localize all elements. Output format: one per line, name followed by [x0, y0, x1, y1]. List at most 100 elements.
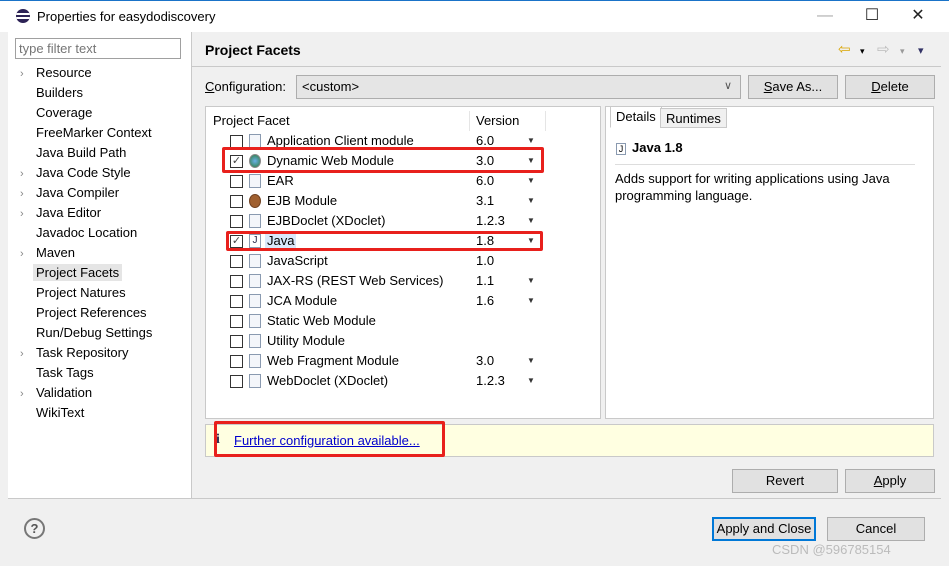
- back-menu-icon[interactable]: ▾: [860, 46, 865, 57]
- highlight-box: [222, 147, 544, 173]
- document-icon: [249, 294, 261, 308]
- dropdown-arrow-icon[interactable]: ▼: [527, 171, 535, 191]
- chevron-right-icon[interactable]: ›: [20, 184, 36, 204]
- column-header-version[interactable]: Version: [476, 111, 546, 131]
- facet-version[interactable]: 6.0: [476, 171, 494, 191]
- document-icon: [249, 254, 261, 268]
- facet-checkbox[interactable]: [230, 175, 243, 188]
- facet-version[interactable]: 1.0: [476, 251, 494, 271]
- facet-checkbox[interactable]: [230, 295, 243, 308]
- facet-name: JavaScript: [267, 253, 328, 268]
- dropdown-arrow-icon[interactable]: ▼: [527, 191, 535, 211]
- facet-checkbox[interactable]: [230, 195, 243, 208]
- minimize-button[interactable]: —: [810, 5, 840, 29]
- tree-item[interactable]: › Java Code Style: [20, 163, 131, 183]
- tree-item-label: Maven: [36, 245, 76, 260]
- help-icon[interactable]: ?: [24, 518, 45, 539]
- save-as-button[interactable]: Save As...: [748, 75, 838, 99]
- configuration-select[interactable]: <custom> ∨: [296, 75, 741, 99]
- delete-button[interactable]: Delete: [845, 75, 935, 99]
- tree-item[interactable]: › Maven: [20, 243, 75, 263]
- tree-item[interactable]: Run/Debug Settings: [20, 323, 152, 343]
- facet-row: JAX-RS (REST Web Services) 1.1 ▼: [206, 271, 600, 291]
- revert-button[interactable]: Revert: [732, 469, 838, 493]
- facet-row: Web Fragment Module 3.0 ▼: [206, 351, 600, 371]
- chevron-down-icon: ∨: [723, 80, 732, 92]
- tree-item[interactable]: FreeMarker Context: [20, 123, 152, 143]
- facet-version[interactable]: 1.6: [476, 291, 494, 311]
- column-header-facet[interactable]: Project Facet: [213, 111, 470, 131]
- forward-icon[interactable]: ⇨: [877, 40, 890, 58]
- tree-item[interactable]: Project Natures: [20, 283, 126, 303]
- facet-checkbox[interactable]: [230, 275, 243, 288]
- cancel-button[interactable]: Cancel: [827, 517, 925, 541]
- forward-menu-icon[interactable]: ▾: [900, 46, 905, 57]
- facet-name: Utility Module: [267, 333, 346, 348]
- facet-name: JAX-RS (REST Web Services): [267, 273, 444, 288]
- tree-item-label: Java Editor: [36, 205, 102, 220]
- tree-item[interactable]: Task Tags: [20, 363, 94, 383]
- apply-button[interactable]: Apply: [845, 469, 935, 493]
- chevron-right-icon[interactable]: ›: [20, 384, 36, 404]
- dropdown-arrow-icon[interactable]: ▼: [527, 211, 535, 231]
- chevron-right-icon[interactable]: ›: [20, 164, 36, 184]
- tree-item[interactable]: › Java Editor: [20, 203, 101, 223]
- close-button[interactable]: ✕: [903, 5, 933, 29]
- tab-runtimes[interactable]: Runtimes: [660, 108, 727, 128]
- tree-item[interactable]: Coverage: [20, 103, 92, 123]
- tree-item[interactable]: Builders: [20, 83, 83, 103]
- facet-checkbox[interactable]: [230, 335, 243, 348]
- tree-item[interactable]: Project Facets: [20, 263, 123, 283]
- facet-checkbox[interactable]: [230, 215, 243, 228]
- chevron-right-icon[interactable]: ›: [20, 344, 36, 364]
- apply-and-close-button[interactable]: Apply and Close: [712, 517, 816, 541]
- tree-item-label: WikiText: [36, 405, 85, 420]
- facet-version[interactable]: 1.1: [476, 271, 494, 291]
- view-menu-icon[interactable]: ▾: [918, 44, 924, 57]
- chevron-right-icon[interactable]: ›: [20, 244, 36, 264]
- facet-name: Static Web Module: [267, 313, 376, 328]
- divider: [192, 66, 941, 67]
- facet-version[interactable]: 1.2.3: [476, 371, 505, 391]
- tree-item[interactable]: Project References: [20, 303, 147, 323]
- tree-item[interactable]: › Validation: [20, 383, 92, 403]
- facet-name: EAR: [267, 173, 294, 188]
- tree-item[interactable]: Java Build Path: [20, 143, 126, 163]
- facet-row: Static Web Module: [206, 311, 600, 331]
- tree-item[interactable]: › Task Repository: [20, 343, 128, 363]
- tree-item-label: Coverage: [36, 105, 93, 120]
- facet-version[interactable]: 3.1: [476, 191, 494, 211]
- dropdown-arrow-icon[interactable]: ▼: [527, 351, 535, 371]
- dropdown-arrow-icon[interactable]: ▼: [527, 371, 535, 391]
- facet-version[interactable]: 3.0: [476, 351, 494, 371]
- facet-row: WebDoclet (XDoclet) 1.2.3 ▼: [206, 371, 600, 391]
- title-bar: Properties for easydodiscovery — ☐ ✕: [0, 0, 949, 32]
- back-icon[interactable]: ⇦: [838, 40, 851, 58]
- window-title: Properties for easydodiscovery: [37, 9, 216, 24]
- dropdown-arrow-icon[interactable]: ▼: [527, 291, 535, 311]
- tree-item[interactable]: WikiText: [20, 403, 84, 423]
- facet-version[interactable]: 1.2.3: [476, 211, 505, 231]
- filter-input[interactable]: [15, 38, 181, 59]
- watermark: CSDN @596785154: [772, 542, 891, 557]
- chevron-right-icon[interactable]: ›: [20, 204, 36, 224]
- facet-checkbox[interactable]: [230, 255, 243, 268]
- tree-item-label: Task Tags: [36, 365, 94, 380]
- tree-item-label: Project Natures: [36, 285, 126, 300]
- tab-details[interactable]: Details: [610, 106, 662, 128]
- chevron-right-icon[interactable]: ›: [20, 64, 36, 84]
- facet-checkbox[interactable]: [230, 375, 243, 388]
- dropdown-arrow-icon[interactable]: ▼: [527, 271, 535, 291]
- tree-item-label: Run/Debug Settings: [36, 325, 153, 340]
- facet-checkbox[interactable]: [230, 355, 243, 368]
- facet-checkbox[interactable]: [230, 315, 243, 328]
- document-icon: [249, 134, 261, 148]
- highlight-box: [226, 231, 543, 251]
- details-title: J Java 1.8: [616, 140, 683, 155]
- tree-item[interactable]: Javadoc Location: [20, 223, 137, 243]
- facet-row: EAR 6.0 ▼: [206, 171, 600, 191]
- maximize-button[interactable]: ☐: [857, 5, 887, 29]
- tree-item-label: Project References: [36, 305, 147, 320]
- tree-item[interactable]: › Java Compiler: [20, 183, 119, 203]
- tree-item[interactable]: › Resource: [20, 63, 92, 83]
